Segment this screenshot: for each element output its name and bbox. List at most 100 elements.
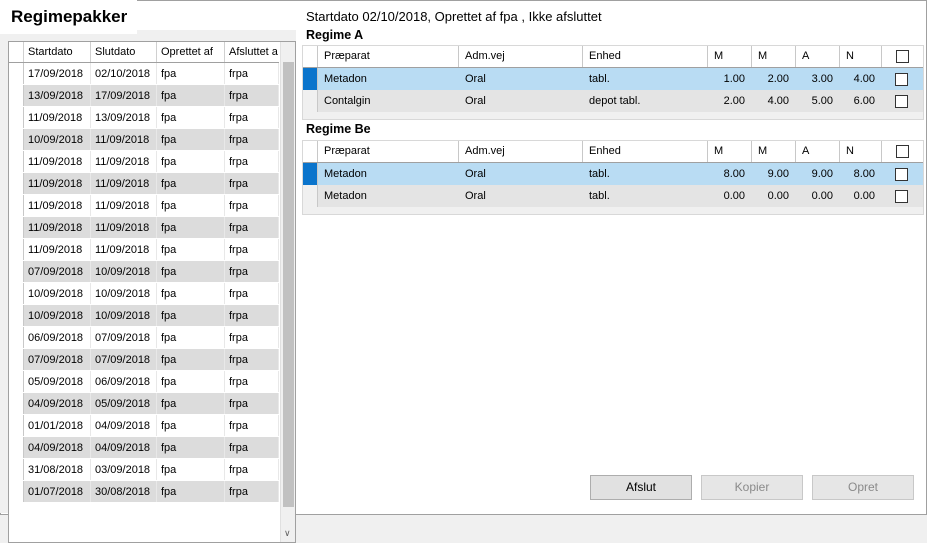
opret-button[interactable]: Opret xyxy=(812,475,914,500)
row-checkbox-cell[interactable] xyxy=(882,90,922,112)
column-startdato[interactable]: Startdato xyxy=(24,42,91,62)
row-selector[interactable] xyxy=(9,437,24,458)
table-row[interactable]: 07/09/2018 07/09/2018 fpa frpa xyxy=(9,349,279,371)
column-n[interactable]: N xyxy=(840,46,882,67)
column-enhed[interactable]: Enhed xyxy=(583,46,708,67)
table-row[interactable]: 11/09/2018 11/09/2018 fpa frpa xyxy=(9,173,279,195)
scroll-down-icon[interactable]: ∨ xyxy=(284,528,291,538)
row-indicator[interactable] xyxy=(303,90,318,112)
column-afsluttet-af[interactable]: Afsluttet a xyxy=(225,42,279,62)
checkbox-icon[interactable] xyxy=(895,72,908,86)
checkbox-icon[interactable] xyxy=(895,144,909,158)
table-row[interactable]: 11/09/2018 13/09/2018 fpa frpa xyxy=(9,107,279,129)
table-row[interactable]: Metadon Oral tabl. 0.00 0.00 0.00 0.00 xyxy=(303,185,923,207)
row-selector[interactable] xyxy=(9,459,24,480)
table-row[interactable]: 10/09/2018 10/09/2018 fpa frpa xyxy=(9,283,279,305)
row-checkbox-cell[interactable] xyxy=(882,185,922,207)
column-m2[interactable]: M xyxy=(752,46,796,67)
regime-be-grid[interactable]: Præparat Adm.vej Enhed M M A N Metadon Or… xyxy=(302,140,924,215)
table-row[interactable]: 11/09/2018 11/09/2018 fpa frpa xyxy=(9,195,279,217)
row-selector[interactable] xyxy=(9,129,24,150)
column-m1[interactable]: M xyxy=(708,46,752,67)
row-selector[interactable] xyxy=(9,151,24,172)
select-all-checkbox[interactable] xyxy=(882,46,922,67)
grid-header: Startdato Slutdato Oprettet af Afsluttet… xyxy=(9,42,279,63)
row-selector[interactable] xyxy=(9,173,24,194)
kopier-button[interactable]: Kopier xyxy=(701,475,803,500)
table-row[interactable]: 07/09/2018 10/09/2018 fpa frpa xyxy=(9,261,279,283)
table-row[interactable]: 04/09/2018 05/09/2018 fpa frpa xyxy=(9,393,279,415)
column-m1[interactable]: M xyxy=(708,141,752,162)
regime-a-grid[interactable]: Præparat Adm.vej Enhed M M A N Metadon Or… xyxy=(302,45,924,120)
column-praeparat[interactable]: Præparat xyxy=(318,141,459,162)
column-a[interactable]: A xyxy=(796,46,840,67)
column-a[interactable]: A xyxy=(796,141,840,162)
table-row[interactable]: Metadon Oral tabl. 1.00 2.00 3.00 4.00 xyxy=(303,68,923,90)
row-indicator[interactable] xyxy=(303,185,318,207)
row-indicator[interactable] xyxy=(303,68,318,90)
table-row[interactable]: Metadon Oral tabl. 8.00 9.00 9.00 8.00 xyxy=(303,163,923,185)
table-row[interactable]: 11/09/2018 11/09/2018 fpa frpa xyxy=(9,151,279,173)
checkbox-icon[interactable] xyxy=(895,94,908,108)
cell-a: 0.00 xyxy=(811,190,833,202)
cell-startdato: 11/09/2018 xyxy=(24,173,91,194)
column-praeparat[interactable]: Præparat xyxy=(318,46,459,67)
column-oprettet-af[interactable]: Oprettet af xyxy=(157,42,225,62)
regime-info: Startdato 02/10/2018, Oprettet af fpa , … xyxy=(306,9,602,24)
row-selector[interactable] xyxy=(9,63,24,84)
row-selector[interactable] xyxy=(9,393,24,414)
cell-m2: 4.00 xyxy=(767,95,789,107)
row-selector[interactable] xyxy=(9,371,24,392)
row-selector[interactable] xyxy=(9,283,24,304)
table-row[interactable]: 06/09/2018 07/09/2018 fpa frpa xyxy=(9,327,279,349)
row-selector[interactable] xyxy=(9,239,24,260)
table-row[interactable]: 11/09/2018 11/09/2018 fpa frpa xyxy=(9,217,279,239)
table-row[interactable]: 01/07/2018 30/08/2018 fpa frpa xyxy=(9,481,279,503)
regimepakker-grid[interactable]: Startdato Slutdato Oprettet af Afsluttet… xyxy=(8,41,296,543)
column-slutdato[interactable]: Slutdato xyxy=(91,42,157,62)
table-row[interactable]: 04/09/2018 04/09/2018 fpa frpa xyxy=(9,437,279,459)
table-row[interactable]: 01/01/2018 04/09/2018 fpa frpa xyxy=(9,415,279,437)
table-row[interactable]: 17/09/2018 02/10/2018 fpa frpa xyxy=(9,63,279,85)
row-selector[interactable] xyxy=(9,261,24,282)
cell-afsluttet-af: frpa xyxy=(225,393,279,414)
table-row[interactable]: 05/09/2018 06/09/2018 fpa frpa xyxy=(9,371,279,393)
row-selector[interactable] xyxy=(9,195,24,216)
table-row[interactable]: Contalgin Oral depot tabl. 2.00 4.00 5.00 6.00 xyxy=(303,90,923,112)
table-row[interactable]: 10/09/2018 11/09/2018 fpa frpa xyxy=(9,129,279,151)
column-m2[interactable]: M xyxy=(752,141,796,162)
column-admvej[interactable]: Adm.vej xyxy=(459,141,583,162)
row-selector[interactable] xyxy=(9,107,24,128)
vertical-scrollbar[interactable]: ∨ xyxy=(280,42,295,542)
table-row[interactable]: 11/09/2018 11/09/2018 fpa frpa xyxy=(9,239,279,261)
row-selector[interactable] xyxy=(9,85,24,106)
column-n[interactable]: N xyxy=(840,141,882,162)
row-selector[interactable] xyxy=(9,349,24,370)
select-all-checkbox[interactable] xyxy=(882,141,922,162)
checkbox-icon[interactable] xyxy=(895,189,908,203)
cell-startdato: 10/09/2018 xyxy=(24,129,91,150)
column-enhed[interactable]: Enhed xyxy=(583,141,708,162)
checkbox-icon[interactable] xyxy=(895,167,908,181)
afslut-button[interactable]: Afslut xyxy=(590,475,692,500)
row-selector[interactable] xyxy=(9,217,24,238)
cell-oprettet-af: fpa xyxy=(157,349,225,370)
row-selector[interactable] xyxy=(9,327,24,348)
scrollbar-thumb[interactable] xyxy=(283,62,294,507)
column-admvej[interactable]: Adm.vej xyxy=(459,46,583,67)
cell-startdato: 11/09/2018 xyxy=(24,239,91,260)
cell-startdato: 04/09/2018 xyxy=(24,393,91,414)
cell-afsluttet-af: frpa xyxy=(225,261,279,282)
row-indicator[interactable] xyxy=(303,163,318,185)
table-row[interactable]: 10/09/2018 10/09/2018 fpa frpa xyxy=(9,305,279,327)
checkbox-icon[interactable] xyxy=(895,49,909,63)
row-checkbox-cell[interactable] xyxy=(882,163,922,185)
cell-slutdato: 11/09/2018 xyxy=(91,129,157,150)
table-row[interactable]: 13/09/2018 17/09/2018 fpa frpa xyxy=(9,85,279,107)
table-row[interactable]: 31/08/2018 03/09/2018 fpa frpa xyxy=(9,459,279,481)
row-selector[interactable] xyxy=(9,305,24,326)
row-selector[interactable] xyxy=(9,481,24,502)
row-selector[interactable] xyxy=(9,415,24,436)
row-checkbox-cell[interactable] xyxy=(882,68,922,90)
cell-admvej: Oral xyxy=(465,168,486,180)
